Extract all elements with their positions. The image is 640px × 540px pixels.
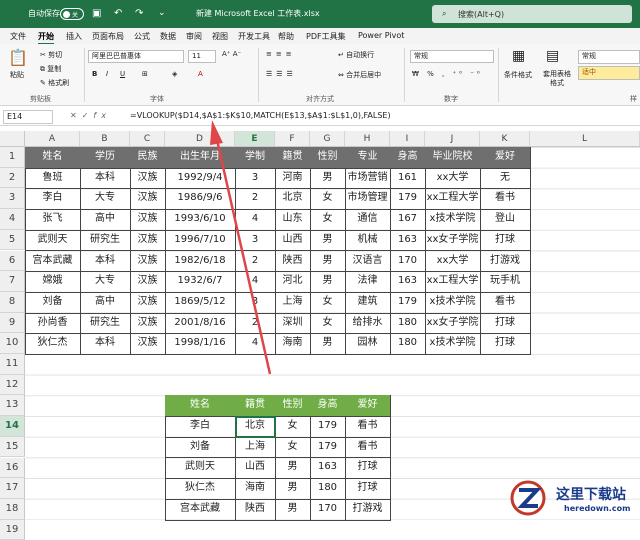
active-cell[interactable]: 北京	[235, 416, 276, 438]
watermark-text: 这里下载站	[556, 487, 626, 503]
row-header-19[interactable]: 19	[0, 519, 25, 540]
watermark-logo: 这里下载站 heredown.com	[506, 476, 640, 520]
watermark-logo-mark	[510, 480, 546, 516]
annotation-arrow	[210, 120, 272, 375]
watermark-url: heredown.com	[564, 504, 631, 513]
